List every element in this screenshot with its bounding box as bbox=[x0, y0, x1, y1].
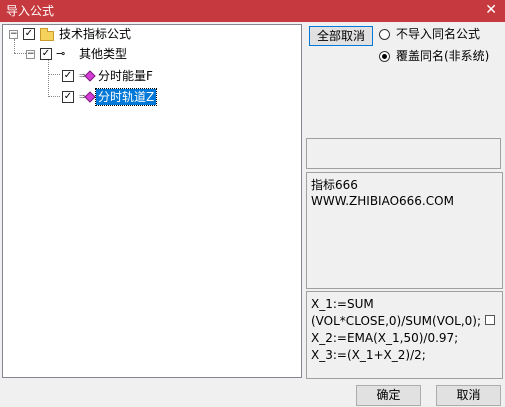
radio-overwrite-label[interactable]: 覆盖同名(非系统) bbox=[396, 48, 489, 64]
cancel-button[interactable]: 取消 bbox=[436, 385, 501, 406]
info-panel: 指标666 WWW.ZHIBIAO666.COM bbox=[306, 172, 503, 289]
formula-checkbox[interactable] bbox=[485, 315, 495, 325]
formula-icon bbox=[84, 91, 96, 103]
formula-line: X_1:=SUM bbox=[311, 297, 374, 311]
radio-skip-duplicates[interactable] bbox=[379, 29, 390, 40]
root-label[interactable]: 技术指标公式 bbox=[59, 26, 131, 42]
empty-panel bbox=[306, 138, 501, 169]
formula-tree[interactable]: − ✓ 技术指标公式 − ✓ ⊸ 其他类型 ✓ ⇒ 分时能量F ✓ ⇒ 分时轨道… bbox=[2, 24, 302, 378]
info-line-2: WWW.ZHIBIAO666.COM bbox=[311, 194, 454, 208]
radio-overwrite-duplicates[interactable] bbox=[379, 51, 390, 62]
item-label[interactable]: 分时能量F bbox=[98, 68, 153, 84]
close-icon[interactable]: ✕ bbox=[485, 2, 497, 18]
radio-skip-label[interactable]: 不导入同名公式 bbox=[396, 26, 480, 42]
tree-item[interactable]: ✓ ⇒ 分时能量F bbox=[3, 68, 203, 84]
formula-icon bbox=[84, 70, 96, 82]
formula-line: (VOL*CLOSE,0)/SUM(VOL,0); bbox=[311, 314, 482, 328]
info-line-1: 指标666 bbox=[311, 178, 358, 192]
group-label[interactable]: 其他类型 bbox=[79, 46, 127, 62]
item-label-selected[interactable]: 分时轨道Z bbox=[94, 88, 158, 106]
ok-button[interactable]: 确定 bbox=[356, 385, 421, 406]
formula-panel: X_1:=SUM (VOL*CLOSE,0)/SUM(VOL,0); X_2:=… bbox=[306, 291, 503, 379]
item-checkbox[interactable]: ✓ bbox=[62, 70, 74, 82]
collapse-icon[interactable]: − bbox=[26, 50, 35, 59]
title-bar: 导入公式 ✕ bbox=[0, 0, 505, 22]
key-icon: ⊸ bbox=[56, 47, 66, 60]
collapse-icon[interactable]: − bbox=[9, 30, 18, 39]
tree-item[interactable]: ✓ ⇒ 分时轨道Z bbox=[3, 88, 203, 106]
deselect-all-button[interactable]: 全部取消 bbox=[309, 26, 373, 46]
formula-line: X_2:=EMA(X_1,50)/0.97; bbox=[311, 331, 459, 345]
window-title: 导入公式 bbox=[6, 4, 55, 18]
folder-icon bbox=[40, 28, 54, 41]
item-checkbox[interactable]: ✓ bbox=[62, 91, 74, 103]
tree-node-root[interactable]: − ✓ 技术指标公式 bbox=[3, 26, 203, 42]
group-checkbox[interactable]: ✓ bbox=[40, 48, 52, 60]
formula-line: X_3:=(X_1+X_2)/2; bbox=[311, 348, 426, 362]
tree-node-group[interactable]: − ✓ ⊸ 其他类型 bbox=[3, 46, 203, 62]
root-checkbox[interactable]: ✓ bbox=[23, 28, 35, 40]
